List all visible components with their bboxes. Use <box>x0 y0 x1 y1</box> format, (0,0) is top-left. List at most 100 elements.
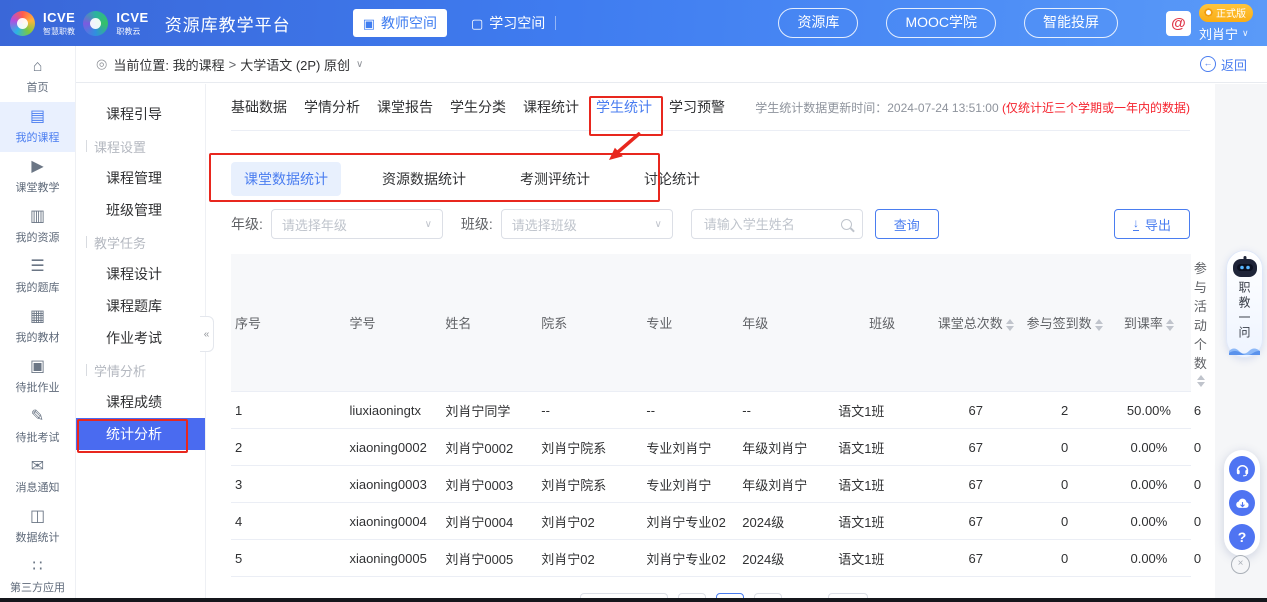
col-student-id[interactable]: 学号 <box>345 254 441 392</box>
table-row[interactable]: 3 xiaoning0003 刘肖宁0003 刘肖宁院系 专业刘肖宁 年级刘肖宁… <box>231 466 1190 503</box>
cell-grade: 年级刘肖宁 <box>738 466 834 503</box>
sidebar-item-third-party-apps[interactable]: ∷ 第三方应用 <box>0 552 75 602</box>
cell-class: 语文1班 <box>834 503 930 540</box>
subtab-classroom-data[interactable]: 课堂数据统计 <box>231 162 341 196</box>
breadcrumb-root[interactable]: 我的课程 <box>173 55 225 74</box>
col-attendance-rate[interactable]: 到课率 <box>1108 254 1190 392</box>
sidebar-item-classroom-teaching[interactable]: ▶ 课堂教学 <box>0 152 75 202</box>
col-major[interactable]: 专业 <box>642 254 738 392</box>
help-button[interactable]: ? <box>1229 524 1255 550</box>
user-menu[interactable]: 刘肖宁 ∨ <box>1199 24 1249 43</box>
tab-student-classification[interactable]: 学生分类 <box>450 97 506 117</box>
submenu-item-statistical-analysis[interactable]: 统计分析 <box>76 418 205 450</box>
back-button[interactable]: ← 返回 <box>1200 55 1247 74</box>
cell-attendance-rate: 50.00% <box>1108 392 1190 429</box>
col-grade[interactable]: 年级 <box>738 254 834 392</box>
sidebar-item-pending-exams[interactable]: ✎ 待批考试 <box>0 402 75 452</box>
sidebar-item-my-resources[interactable]: ▥ 我的资源 <box>0 202 75 252</box>
sidebar-item-my-textbooks[interactable]: ▦ 我的教材 <box>0 302 75 352</box>
learning-space-icon: ▢ <box>471 17 483 30</box>
mini-app-icon[interactable]: @ <box>1166 11 1191 36</box>
download-center-button[interactable] <box>1229 490 1255 516</box>
main-content: 基础数据学情分析课堂报告学生分类课程统计学生统计学习预警 学生统计数据更新时间：… <box>206 84 1215 598</box>
col-index[interactable]: 序号 <box>231 254 345 392</box>
sidebar-item-my-question-bank[interactable]: ☰ 我的题库 <box>0 252 75 302</box>
col-department[interactable]: 院系 <box>537 254 642 392</box>
col-total-sessions[interactable]: 课堂总次数 <box>930 254 1021 392</box>
header-pill-link[interactable]: MOOC学院 <box>886 8 996 38</box>
submenu-item-course-question-bank[interactable]: 课程题库 <box>76 290 205 322</box>
cell-student-id: xiaoning0002 <box>345 429 441 466</box>
cell-grade: -- <box>738 392 834 429</box>
submenu-item-class-management[interactable]: 班级管理 <box>76 194 205 226</box>
brand-area: ICVE 智慧职教 ICVE 职教云 资源库教学平台 <box>10 10 291 36</box>
page: ICVE 智慧职教 ICVE 职教云 资源库教学平台 ▣ 教师空间 ▢ 学习空间 <box>0 0 1267 602</box>
grade-select[interactable]: 请选择年级 ∨ <box>271 209 443 239</box>
submenu-item-course-design[interactable]: 课程设计 <box>76 258 205 290</box>
sidebar-item-home[interactable]: ⌂ 首页 <box>0 52 75 102</box>
tab-classroom-report[interactable]: 课堂报告 <box>377 97 433 117</box>
tab-learning-analysis[interactable]: 学情分析 <box>304 97 360 117</box>
submenu-item-homework-exams[interactable]: 作业考试 <box>76 322 205 354</box>
student-name-input[interactable] <box>702 216 841 233</box>
message-icon: ✉ <box>0 458 75 476</box>
table-row[interactable]: 1 liuxiaoningtx 刘肖宁同学 -- -- -- 语文1班 67 2… <box>231 392 1190 429</box>
tab-student-statistics[interactable]: 学生统计 <box>596 97 652 117</box>
library-icon: ▥ <box>0 208 75 226</box>
subtab-resource-data[interactable]: 资源数据统计 <box>369 162 479 196</box>
export-button[interactable]: ↓ 导出 <box>1114 209 1190 239</box>
chevron-down-icon[interactable]: ∨ <box>356 59 363 70</box>
breadcrumb-bar: ◎ 当前位置: 我的课程 > 大学语文 (2P) 原创 ∨ ← 返回 <box>76 46 1267 83</box>
cell-student-id: xiaoning0003 <box>345 466 441 503</box>
home-icon: ⌂ <box>0 58 75 76</box>
sort-icon[interactable] <box>1095 319 1103 331</box>
nav-teacher-space[interactable]: ▣ 教师空间 <box>353 9 447 37</box>
sidebar-item-pending-homework[interactable]: ▣ 待批作业 <box>0 352 75 402</box>
nav-learning-space[interactable]: ▢ 学习空间 <box>461 9 555 37</box>
col-class[interactable]: 班级 <box>834 254 930 392</box>
submenu-group-teaching-tasks[interactable]: 教学任务 <box>76 226 205 258</box>
tab-learning-warning[interactable]: 学习预警 <box>669 97 725 117</box>
sidebar-item-my-courses[interactable]: ▤ 我的课程 <box>0 102 75 152</box>
header-pill-link[interactable]: 资源库 <box>778 8 858 38</box>
submenu-item-course-grades[interactable]: 课程成绩 <box>76 386 205 418</box>
sort-icon[interactable] <box>1006 319 1014 331</box>
search-icon[interactable] <box>841 219 852 230</box>
sidebar-item-data-statistics[interactable]: ◫ 数据统计 <box>0 502 75 552</box>
cell-attendance-rate: 0.00% <box>1108 503 1190 540</box>
customer-service-button[interactable] <box>1229 456 1255 482</box>
sort-icon[interactable] <box>1166 319 1174 331</box>
submenu-group-learning-analysis[interactable]: 学情分析 <box>76 354 205 386</box>
col-checkins[interactable]: 参与签到数 <box>1021 254 1108 392</box>
chart-icon: ◫ <box>0 508 75 526</box>
main-tabs: 基础数据学情分析课堂报告学生分类课程统计学生统计学习预警 <box>231 97 725 117</box>
assistant-widget[interactable]: 职教一问 <box>1226 250 1263 358</box>
submenu-item-course-management[interactable]: 课程管理 <box>76 162 205 194</box>
search-button[interactable]: 查询 <box>875 209 939 239</box>
breadcrumb-current[interactable]: 大学语文 (2P) 原创 <box>240 55 350 74</box>
tab-course-statistics[interactable]: 课程统计 <box>523 97 579 117</box>
header-pill-link[interactable]: 智能投屏 <box>1024 8 1118 38</box>
col-name[interactable]: 姓名 <box>441 254 537 392</box>
sort-icon[interactable] <box>1197 375 1205 387</box>
submenu-group-course-settings[interactable]: 课程设置 <box>76 130 205 162</box>
cell-index: 5 <box>231 540 345 577</box>
close-floating-button[interactable]: × <box>1231 555 1250 574</box>
table-row[interactable]: 4 xiaoning0004 刘肖宁0004 刘肖宁02 刘肖宁专业02 202… <box>231 503 1190 540</box>
version-badge: 正式版 <box>1199 4 1253 22</box>
sidebar-item-notifications[interactable]: ✉ 消息通知 <box>0 452 75 502</box>
space-divider <box>555 16 556 30</box>
cell-class: 语文1班 <box>834 392 930 429</box>
cell-checkins: 0 <box>1021 429 1108 466</box>
tab-basic-data[interactable]: 基础数据 <box>231 97 287 117</box>
class-select[interactable]: 请选择班级 ∨ <box>501 209 673 239</box>
floating-action-pill: ? <box>1224 450 1260 556</box>
table-row[interactable]: 5 xiaoning0005 刘肖宁0005 刘肖宁02 刘肖宁专业02 202… <box>231 540 1190 577</box>
submenu-item-course-guide[interactable]: 课程引导 <box>76 98 205 130</box>
subtab-assessment[interactable]: 考测评统计 <box>507 162 603 196</box>
subtab-discussion[interactable]: 讨论统计 <box>631 162 713 196</box>
apps-icon: ∷ <box>0 558 75 576</box>
course-submenu: 课程引导课程设置课程管理班级管理教学任务课程设计课程题库作业考试学情分析课程成绩… <box>76 84 206 598</box>
table-row[interactable]: 2 xiaoning0002 刘肖宁0002 刘肖宁院系 专业刘肖宁 年级刘肖宁… <box>231 429 1190 466</box>
collapse-sidebar-handle[interactable]: « <box>200 316 214 352</box>
